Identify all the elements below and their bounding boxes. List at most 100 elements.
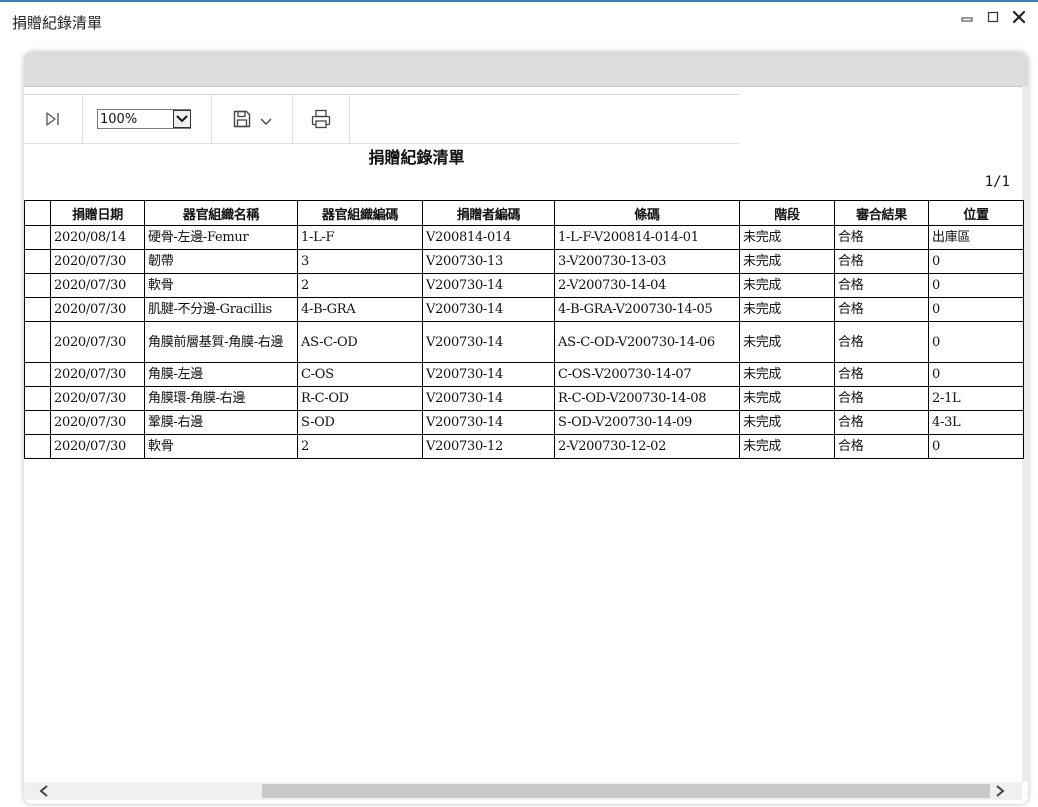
table-cell: 2: [297, 273, 423, 298]
table-cell: 0: [928, 249, 1024, 274]
table-cell: 0: [928, 273, 1024, 298]
table-cell: V200730-14: [422, 297, 555, 322]
column-header: 捐贈日期: [50, 200, 145, 226]
table-body: 2020/08/14 硬骨-左邊-Femur 1-L-F V200814-014 1-L…: [24, 225, 1024, 459]
table-row: 2020/07/30 軟骨 2 V200730-14 2-V200730-14-04 未完…: [24, 273, 1024, 298]
column-header: 器官組織名稱: [144, 200, 298, 226]
table-cell: 3-V200730-13-03: [554, 249, 740, 274]
table-cell: C-OS-V200730-14-07: [554, 362, 740, 387]
table-cell: 未完成: [739, 386, 835, 411]
chevron-right-icon: [996, 785, 1005, 797]
table-cell: 4-B-GRA: [297, 297, 423, 322]
table-row: 2020/07/30 鞏膜-右邊 S-OD V200730-14 S-OD-V20073…: [24, 410, 1024, 435]
table-cell: 合格: [834, 297, 929, 322]
maximize-button[interactable]: [980, 6, 1006, 28]
minimize-button[interactable]: [954, 6, 980, 28]
table-cell: AS-C-OD: [297, 321, 423, 363]
zoom-dropdown-arrow[interactable]: [173, 110, 191, 128]
horizontal-scrollbar[interactable]: [24, 782, 1022, 800]
save-button[interactable]: [232, 109, 252, 129]
table-cell: R-C-OD: [297, 386, 423, 411]
last-page-button[interactable]: [44, 111, 62, 127]
column-header: 審合結果: [834, 200, 929, 226]
table-cell: 未完成: [739, 273, 835, 298]
save-group: [212, 95, 293, 143]
row-gutter-header: [24, 200, 51, 226]
report-window: 捐贈紀錄清單 100% 捐贈紀錄清單 1/1 捐贈日期 器官組織名稱 器官組織編…: [0, 0, 1038, 807]
window-controls: [954, 6, 1032, 28]
table-cell: V200730-14: [422, 386, 555, 411]
zoom-select[interactable]: 100%: [97, 109, 191, 129]
table-cell: 合格: [834, 273, 929, 298]
print-button[interactable]: [310, 108, 332, 130]
table-cell: 4-3L: [928, 410, 1024, 435]
close-button[interactable]: [1006, 6, 1032, 28]
scrollbar-thumb[interactable]: [262, 784, 990, 798]
table-cell: 0: [928, 434, 1024, 459]
table-cell: 合格: [834, 249, 929, 274]
table-cell: 2020/07/30: [50, 410, 145, 435]
page-indicator: 1/1: [984, 174, 1010, 190]
row-gutter-cell: [24, 362, 51, 387]
maximize-icon: [987, 11, 999, 23]
row-gutter-cell: [24, 249, 51, 274]
table-cell: 合格: [834, 321, 929, 363]
viewer-header-bar: [24, 52, 1028, 87]
table-cell: 2-1L: [928, 386, 1024, 411]
scroll-left-button[interactable]: [34, 782, 54, 800]
table-cell: 1-L-F: [297, 225, 423, 250]
donation-records-table: 捐贈日期 器官組織名稱 器官組織編碼 捐贈者編碼 條碼 階段 審合結果 位置 2020/08/…: [24, 200, 1024, 459]
minimize-icon: [961, 17, 973, 22]
table-cell: 2020/07/30: [50, 273, 145, 298]
table-cell: 4-B-GRA-V200730-14-05: [554, 297, 740, 322]
table-cell: 角膜-左邊: [144, 362, 298, 387]
table-cell: 2020/08/14: [50, 225, 145, 250]
table-cell: 鞏膜-右邊: [144, 410, 298, 435]
report-title: 捐贈紀錄清單: [368, 148, 465, 167]
table-cell: R-C-OD-V200730-14-08: [554, 386, 740, 411]
report-toolbar: 100%: [24, 94, 740, 144]
table-row: 2020/07/30 肌腱-不分邊-Gracillis 4-B-GRA V200730…: [24, 297, 1024, 322]
row-gutter-cell: [24, 273, 51, 298]
table-cell: V200814-014: [422, 225, 555, 250]
table-cell: S-OD: [297, 410, 423, 435]
chevron-left-icon: [39, 785, 48, 797]
table-cell: 2020/07/30: [50, 321, 145, 363]
table-cell: 肌腱-不分邊-Gracillis: [144, 297, 298, 322]
last-page-icon: [46, 112, 59, 126]
table-cell: 2020/07/30: [50, 386, 145, 411]
table-cell: S-OD-V200730-14-09: [554, 410, 740, 435]
table-cell: 硬骨-左邊-Femur: [144, 225, 298, 250]
table-cell: 2: [297, 434, 423, 459]
row-gutter-cell: [24, 225, 51, 250]
table-cell: 合格: [834, 410, 929, 435]
table-cell: V200730-14: [422, 321, 555, 363]
save-icon: [233, 110, 251, 128]
table-cell: 合格: [834, 434, 929, 459]
table-cell: V200730-14: [422, 273, 555, 298]
table-cell: V200730-13: [422, 249, 555, 274]
zoom-value: 100%: [100, 111, 138, 127]
table-row: 2020/07/30 韌帶 3 V200730-13 3-V200730-13-03 未完…: [24, 249, 1024, 274]
table-row: 2020/07/30 角膜前層基質-角膜-右邊 AS-C-OD V200730-14 A…: [24, 321, 1024, 363]
column-header: 捐贈者編碼: [422, 200, 555, 226]
table-cell: 軟骨: [144, 273, 298, 298]
table-cell: V200730-14: [422, 362, 555, 387]
last-page-group: [24, 95, 83, 143]
row-gutter-cell: [24, 386, 51, 411]
table-row: 2020/07/30 角膜-左邊 C-OS V200730-14 C-OS-V20073…: [24, 362, 1024, 387]
table-cell: 合格: [834, 386, 929, 411]
table-cell: 角膜環-角膜-右邊: [144, 386, 298, 411]
table-cell: V200730-12: [422, 434, 555, 459]
zoom-group: 100%: [83, 95, 212, 143]
scroll-right-button[interactable]: [990, 782, 1010, 800]
table-cell: AS-C-OD-V200730-14-06: [554, 321, 740, 363]
table-cell: 未完成: [739, 434, 835, 459]
row-gutter-cell: [24, 321, 51, 363]
table-cell: 韌帶: [144, 249, 298, 274]
table-cell: C-OS: [297, 362, 423, 387]
table-cell: 未完成: [739, 297, 835, 322]
table-row: 2020/08/14 硬骨-左邊-Femur 1-L-F V200814-014 1-L…: [24, 225, 1024, 250]
chevron-down-icon: [176, 115, 188, 123]
save-format-dropdown[interactable]: [260, 118, 272, 126]
